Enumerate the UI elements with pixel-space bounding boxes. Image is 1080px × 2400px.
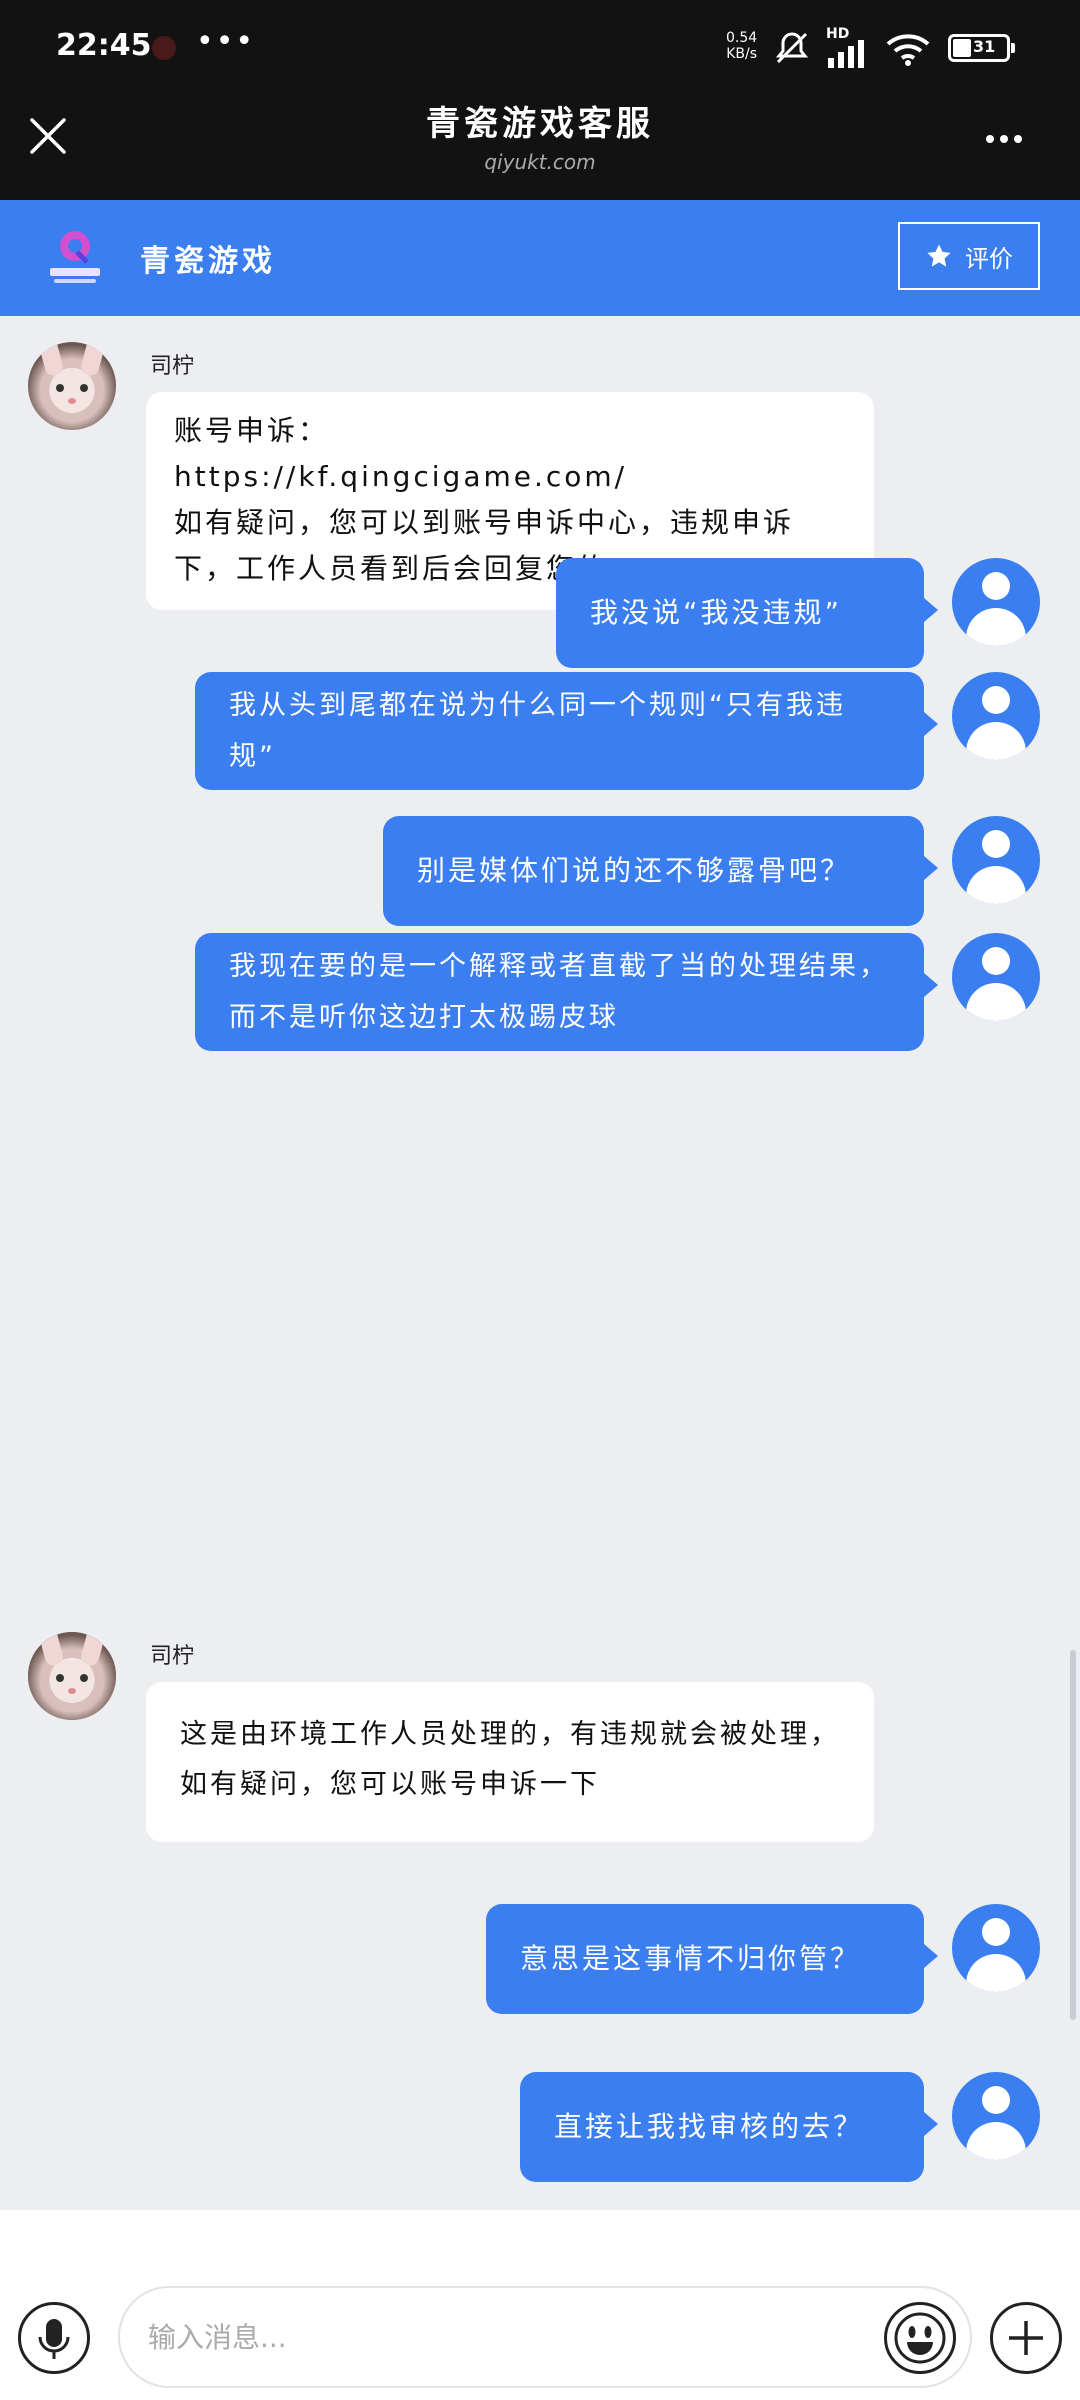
more-icon[interactable] bbox=[986, 128, 1036, 148]
message-input[interactable] bbox=[118, 2286, 972, 2388]
rate-button[interactable]: 评价 bbox=[898, 222, 1040, 290]
user-avatar[interactable] bbox=[952, 672, 1040, 760]
microphone-icon[interactable] bbox=[18, 2302, 90, 2374]
agent-avatar[interactable] bbox=[28, 342, 116, 430]
status-icons: HD 31 bbox=[774, 26, 1024, 70]
microphone-glyph bbox=[38, 2319, 70, 2359]
network-speed: 0.54 KB/s bbox=[726, 30, 758, 62]
page-title: 青瓷游戏客服 bbox=[426, 104, 654, 144]
plus-glyph bbox=[1009, 2321, 1043, 2355]
mute-icon bbox=[775, 32, 809, 64]
user-avatar[interactable] bbox=[952, 558, 1040, 646]
plus-icon[interactable] bbox=[990, 2302, 1062, 2374]
brand-name: 青瓷游戏 bbox=[140, 244, 276, 279]
message-bubble[interactable]: 直接让我找审核的去？ bbox=[520, 2072, 938, 2182]
message-bubble[interactable]: 我现在要的是一个解释或者直截了当的处理结果，而不是听你这边打太极踢皮球 bbox=[195, 933, 938, 1051]
chat-scrollbar[interactable] bbox=[1070, 1650, 1076, 2020]
message-bubble[interactable]: 这是由环境工作人员处理的，有违规就会被处理，如有疑问，您可以账号申诉一下 bbox=[146, 1682, 874, 1842]
user-avatar[interactable] bbox=[952, 1904, 1040, 1992]
notification-dots: ••• bbox=[196, 24, 256, 59]
sender-name: 司柠 bbox=[150, 354, 195, 379]
signal-icon bbox=[828, 40, 864, 68]
emoji-icon[interactable] bbox=[884, 2302, 956, 2374]
user-avatar[interactable] bbox=[952, 933, 1040, 1021]
user-avatar[interactable] bbox=[952, 2072, 1040, 2160]
wifi-icon bbox=[886, 34, 930, 66]
message-bubble[interactable]: 意思是这事情不归你管？ bbox=[486, 1904, 938, 2014]
recording-icon bbox=[152, 36, 176, 60]
title-bar: 青瓷游戏客服 qiyukt.com bbox=[0, 96, 1080, 200]
status-time: 22:45 bbox=[56, 28, 152, 63]
agent-avatar[interactable] bbox=[28, 1632, 116, 1720]
battery-level: 31 bbox=[973, 37, 996, 56]
message-bubble[interactable]: 别是媒体们说的还不够露骨吧？ bbox=[383, 816, 938, 926]
star-icon bbox=[927, 244, 951, 267]
brand-logo bbox=[50, 231, 100, 283]
sender-name: 司柠 bbox=[150, 1644, 195, 1669]
input-bar bbox=[0, 2210, 1080, 2400]
user-avatar[interactable] bbox=[952, 816, 1040, 904]
brand-header: 青瓷游戏 评价 bbox=[0, 200, 1080, 316]
rate-label: 评价 bbox=[965, 244, 1013, 273]
status-bar: 22:45 ••• 0.54 KB/s HD 31 bbox=[0, 0, 1080, 96]
message-bubble[interactable]: 我从头到尾都在说为什么同一个规则“只有我违规” bbox=[195, 672, 938, 790]
message-bubble[interactable]: 我没说“我没违规” bbox=[556, 558, 938, 668]
battery-icon: 31 bbox=[948, 34, 1015, 62]
chat-area[interactable]: 司柠 账号申诉： https://kf.qingcigame.com/ 如有疑问… bbox=[0, 316, 1080, 2210]
page-subtitle: qiyukt.com bbox=[484, 150, 596, 174]
emoji-glyph bbox=[894, 2312, 946, 2364]
